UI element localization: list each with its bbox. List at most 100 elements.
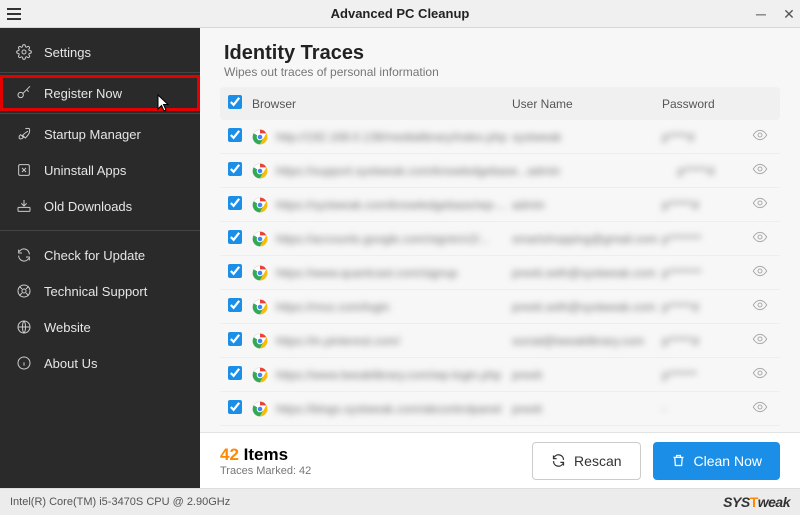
row-checkbox[interactable] — [228, 366, 242, 380]
row-url: https://www.tweaklibrary.com/wp-login.ph… — [276, 368, 501, 382]
gear-icon — [16, 44, 32, 60]
row-user: preeti.seth@systweak.com — [512, 266, 656, 280]
chrome-icon — [252, 163, 268, 179]
chrome-icon — [252, 333, 268, 349]
minimize-button[interactable]: ─ — [754, 7, 768, 21]
row-user: social@tweaklibrary.com — [512, 334, 644, 348]
reveal-password-icon[interactable] — [752, 399, 768, 418]
row-pass: p*****d — [662, 334, 699, 348]
row-checkbox[interactable] — [228, 264, 242, 278]
brand-logo: SYSTweak — [723, 494, 790, 510]
table-row: https://tweaklibrary.com/wp-login.php pr… — [220, 426, 780, 430]
col-browser: Browser — [252, 97, 512, 111]
sidebar-item-downloads[interactable]: Old Downloads — [0, 188, 200, 224]
menu-icon[interactable] — [0, 0, 28, 28]
sidebar-item-settings[interactable]: Settings — [0, 34, 200, 70]
close-button[interactable]: ✕ — [782, 7, 796, 21]
cursor-icon — [157, 94, 171, 112]
row-url: https://moz.com/login — [276, 300, 389, 314]
col-password: Password — [662, 97, 772, 111]
traces-marked: Traces Marked: 42 — [220, 465, 311, 477]
row-url: https://in.pinterest.com/ — [276, 334, 400, 348]
info-icon — [16, 355, 32, 371]
items-count: 42 Items — [220, 445, 311, 465]
table-row: http://192.168.0.138/medialibrary/index.… — [220, 120, 780, 154]
rescan-label: Rescan — [574, 453, 621, 469]
row-url: https://systweak.com/knowledgebase/wp-..… — [276, 198, 507, 212]
row-pass: p*****d — [662, 198, 699, 212]
reveal-password-icon[interactable] — [752, 195, 768, 214]
row-pass: p****d — [662, 130, 694, 144]
chrome-icon — [252, 129, 268, 145]
table-row: https://moz.com/login preeti.seth@systwe… — [220, 290, 780, 324]
sidebar-item-website[interactable]: Website — [0, 309, 200, 345]
rescan-button[interactable]: Rescan — [532, 442, 640, 480]
rocket-icon — [16, 126, 32, 142]
row-checkbox[interactable] — [228, 298, 242, 312]
sidebar-label: Uninstall Apps — [44, 163, 126, 178]
window-title: Advanced PC Cleanup — [0, 6, 800, 21]
sidebar-item-support[interactable]: Technical Support — [0, 273, 200, 309]
row-checkbox[interactable] — [228, 230, 242, 244]
sidebar-label: Check for Update — [44, 248, 145, 263]
row-checkbox[interactable] — [228, 128, 242, 142]
col-username: User Name — [512, 97, 662, 111]
sidebar-item-uninstall[interactable]: Uninstall Apps — [0, 152, 200, 188]
reveal-password-icon[interactable] — [752, 331, 768, 350]
reveal-password-icon[interactable] — [752, 297, 768, 316]
row-url: https://support.systweak.com/knowledgeba… — [276, 164, 527, 178]
page-title: Identity Traces — [224, 42, 776, 65]
sidebar-item-update[interactable]: Check for Update — [0, 237, 200, 273]
row-user: smartshopping@gmail.com — [512, 232, 658, 246]
select-all-checkbox[interactable] — [228, 95, 242, 109]
row-pass: p*****d — [677, 164, 714, 178]
table-row: https://www.tweaklibrary.com/wp-login.ph… — [220, 358, 780, 392]
sidebar-label: Technical Support — [44, 284, 147, 299]
sidebar-item-about[interactable]: About Us — [0, 345, 200, 381]
page-subtitle: Wipes out traces of personal information — [224, 65, 776, 79]
sidebar-item-register[interactable]: Register Now — [0, 75, 200, 111]
sidebar-label: About Us — [44, 356, 97, 371]
row-url: https://accounts.google.com/signin/v2/..… — [276, 232, 489, 246]
support-icon — [16, 283, 32, 299]
row-url: http://192.168.0.138/medialibrary/index.… — [276, 130, 507, 144]
table-row: https://accounts.google.com/signin/v2/..… — [220, 222, 780, 256]
reveal-password-icon[interactable] — [752, 365, 768, 384]
clean-now-button[interactable]: Clean Now — [653, 442, 780, 480]
row-user: systweak — [512, 130, 561, 144]
reveal-password-icon[interactable] — [752, 127, 768, 146]
chrome-icon — [252, 401, 268, 417]
reveal-password-icon[interactable] — [752, 161, 768, 180]
reveal-password-icon[interactable] — [752, 229, 768, 248]
footer-bar: 42 Items Traces Marked: 42 Rescan Clean … — [200, 432, 800, 488]
row-pass: - — [662, 402, 666, 416]
table-row: https://blogs.systweak.com/abcontrolpane… — [220, 392, 780, 426]
row-url: https://blogs.systweak.com/abcontrolpane… — [276, 402, 501, 416]
titlebar: Advanced PC Cleanup ─ ✕ — [0, 0, 800, 28]
trash-icon — [671, 453, 686, 468]
refresh-icon — [16, 247, 32, 263]
row-checkbox[interactable] — [228, 162, 242, 176]
sidebar-label: Website — [44, 320, 91, 335]
cpu-info: Intel(R) Core(TM) i5-3470S CPU @ 2.90GHz — [10, 496, 230, 508]
sidebar-label: Startup Manager — [44, 127, 141, 142]
row-pass: p******* — [662, 232, 701, 246]
row-checkbox[interactable] — [228, 400, 242, 414]
row-user: admin — [512, 198, 545, 212]
row-pass: p******* — [662, 266, 701, 280]
chrome-icon — [252, 231, 268, 247]
refresh-icon — [551, 453, 566, 468]
sidebar-label: Register Now — [44, 86, 122, 101]
row-pass: p*****d — [662, 300, 699, 314]
sidebar-label: Settings — [44, 45, 91, 60]
download-icon — [16, 198, 32, 214]
row-user: admin — [527, 164, 560, 178]
reveal-password-icon[interactable] — [752, 263, 768, 282]
key-icon — [16, 85, 32, 101]
chrome-icon — [252, 299, 268, 315]
row-user: preeti — [512, 368, 542, 382]
sidebar-item-startup[interactable]: Startup Manager — [0, 116, 200, 152]
row-checkbox[interactable] — [228, 196, 242, 210]
table-row: https://systweak.com/knowledgebase/wp-..… — [220, 188, 780, 222]
row-checkbox[interactable] — [228, 332, 242, 346]
